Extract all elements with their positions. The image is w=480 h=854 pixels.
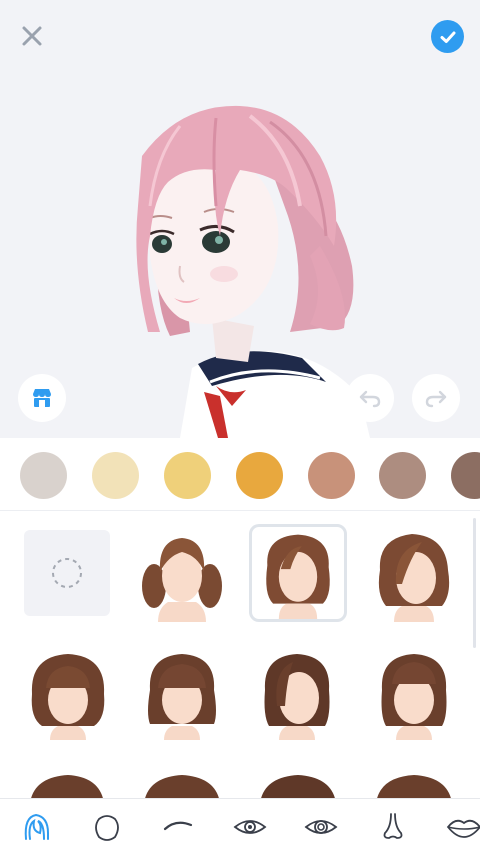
hair-color-swatch[interactable] — [379, 452, 426, 499]
nav-lips[interactable] — [444, 807, 480, 847]
category-nav-bar — [0, 798, 480, 854]
nav-nose[interactable] — [373, 807, 413, 847]
hairstyle-thumbnail — [266, 534, 330, 619]
close-icon — [22, 26, 42, 46]
hairstyle-thumbnail — [31, 654, 105, 740]
nav-face-shape[interactable] — [87, 807, 127, 847]
hairstyle-thumbnail — [381, 654, 447, 740]
undo-button[interactable] — [346, 374, 394, 422]
hairstyle-row-partial — [31, 775, 451, 798]
hairstyle-wavy-bob[interactable] — [249, 524, 347, 622]
hairstyle-twin-tails[interactable] — [134, 526, 230, 622]
store-button[interactable] — [18, 374, 66, 422]
hair-color-swatch[interactable] — [451, 452, 480, 499]
hair-color-swatch[interactable] — [92, 452, 139, 499]
nav-eyes[interactable] — [230, 807, 270, 847]
avatar-editor-screen — [0, 0, 480, 854]
nose-icon — [383, 813, 403, 839]
no-hair-option[interactable] — [24, 530, 110, 616]
hairstyle-side-part-bob[interactable] — [249, 644, 345, 740]
hair-editor-panel — [0, 438, 480, 798]
confirm-button[interactable] — [431, 20, 464, 53]
nav-hair[interactable] — [16, 807, 56, 847]
eye-icon — [233, 820, 267, 834]
hair-color-swatch[interactable] — [164, 452, 211, 499]
avatar-preview-area — [0, 0, 480, 438]
undo-icon — [359, 390, 381, 408]
hair-color-palette — [0, 438, 480, 510]
hairstyle-blunt-bangs-bob[interactable] — [366, 644, 462, 740]
empty-circle-icon — [52, 558, 82, 588]
nav-eye-detail[interactable] — [301, 807, 341, 847]
hairstyle-side-swept-bob[interactable] — [366, 526, 462, 622]
hair-color-swatch[interactable] — [308, 452, 355, 499]
hairstyle-thumbnail — [142, 538, 222, 622]
nav-eyebrows[interactable] — [158, 807, 198, 847]
hairstyle-bangs-with-braids[interactable] — [134, 644, 230, 740]
hair-color-swatch[interactable] — [236, 452, 283, 499]
scrollbar[interactable] — [473, 518, 476, 648]
hairstyle-thumbnail — [264, 654, 330, 740]
hair-color-swatch[interactable] — [20, 452, 67, 499]
hair-icon — [24, 813, 49, 840]
store-icon — [33, 389, 51, 407]
lips-icon — [446, 819, 480, 838]
hairstyle-thumbnail — [148, 654, 216, 740]
face-shape-icon — [95, 815, 119, 841]
hairstyle-curly-bangs[interactable] — [20, 644, 116, 740]
hairstyle-thumbnail — [378, 534, 450, 622]
eye-detail-icon — [304, 820, 338, 834]
checkmark-icon — [440, 31, 455, 43]
redo-button[interactable] — [412, 374, 460, 422]
redo-icon — [425, 390, 447, 408]
avatar-3d-preview — [136, 105, 370, 438]
close-button[interactable] — [16, 20, 48, 52]
hairstyle-grid — [0, 511, 480, 798]
eyebrow-icon — [163, 821, 193, 831]
